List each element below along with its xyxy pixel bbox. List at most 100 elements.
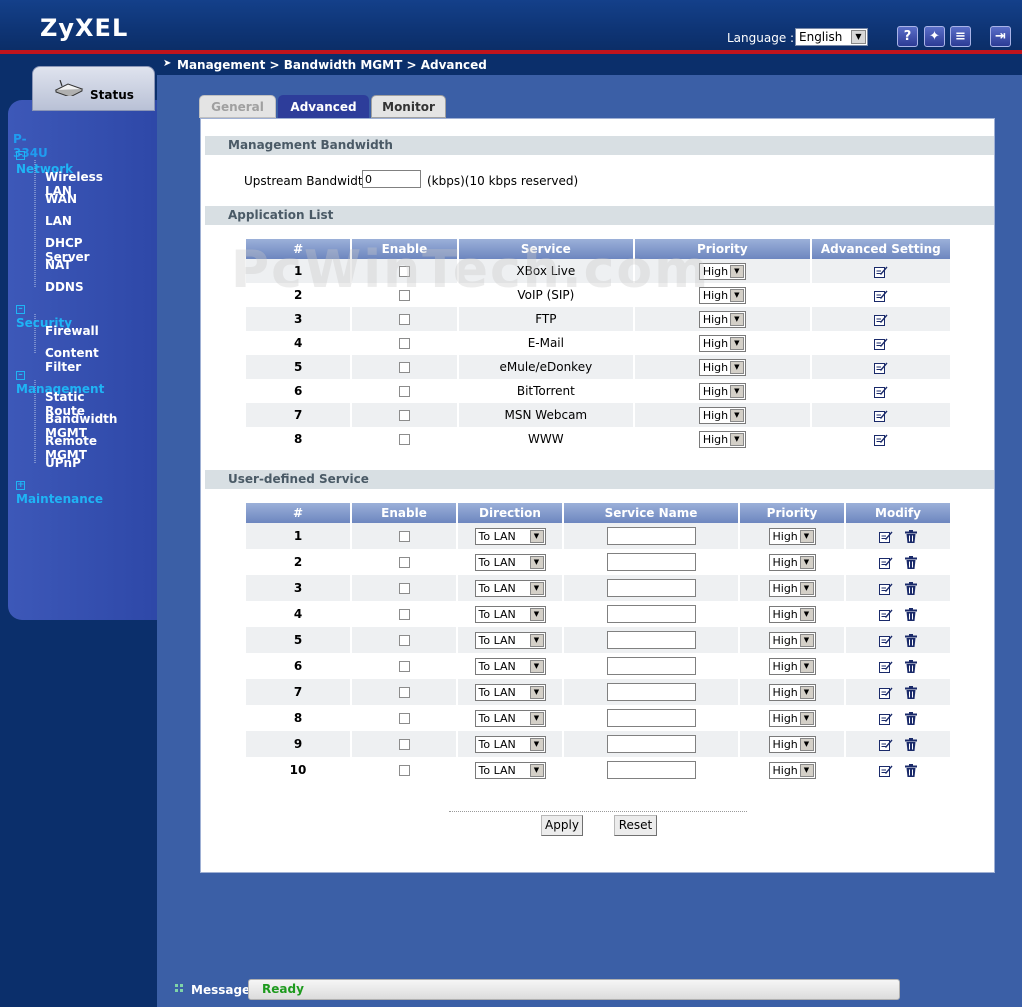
service-name-input[interactable]: [606, 735, 696, 753]
priority-select[interactable]: High ▼: [768, 683, 816, 701]
delete-icon[interactable]: [905, 764, 917, 777]
enable-checkbox[interactable]: [398, 609, 410, 620]
enable-checkbox[interactable]: [398, 687, 410, 698]
edit-icon[interactable]: [873, 385, 888, 398]
enable-checkbox[interactable]: [398, 434, 410, 445]
service-name-input[interactable]: [606, 761, 696, 779]
priority-select[interactable]: High ▼: [768, 709, 816, 727]
delete-icon[interactable]: [905, 738, 917, 751]
direction-select[interactable]: To LAN ▼: [474, 553, 546, 571]
direction-select[interactable]: To LAN ▼: [474, 735, 546, 753]
edit-icon[interactable]: [879, 530, 893, 543]
help-icon[interactable]: ?: [897, 26, 918, 47]
enable-checkbox[interactable]: [398, 635, 410, 646]
logout-icon[interactable]: ⇥: [990, 26, 1011, 47]
edit-icon[interactable]: [879, 634, 893, 647]
edit-icon[interactable]: [879, 582, 893, 595]
delete-icon[interactable]: [905, 608, 917, 621]
direction-select[interactable]: To LAN ▼: [474, 605, 546, 623]
nav-group-maintenance[interactable]: +Maintenance: [16, 478, 103, 506]
enable-checkbox[interactable]: [398, 314, 410, 325]
edit-icon[interactable]: [873, 313, 888, 326]
edit-icon[interactable]: [873, 361, 888, 374]
direction-select[interactable]: To LAN ▼: [474, 761, 546, 779]
edit-icon[interactable]: [879, 686, 893, 699]
priority-select[interactable]: High ▼: [768, 761, 816, 779]
edit-icon[interactable]: [873, 337, 888, 350]
service-name-input[interactable]: [606, 657, 696, 675]
direction-select[interactable]: To LAN ▼: [474, 657, 546, 675]
notes-icon[interactable]: ≡: [950, 26, 971, 47]
edit-icon[interactable]: [873, 289, 888, 302]
tab-general[interactable]: General: [199, 95, 276, 118]
row-number: 6: [246, 653, 350, 679]
priority-select[interactable]: High ▼: [768, 579, 816, 597]
tab-monitor[interactable]: Monitor: [371, 95, 446, 118]
priority-select[interactable]: High ▼: [698, 358, 746, 376]
nav-item-upnp[interactable]: UPnP: [45, 456, 81, 470]
service-name-cell: [564, 705, 738, 731]
delete-icon[interactable]: [905, 530, 917, 543]
enable-checkbox[interactable]: [398, 739, 410, 750]
direction-select[interactable]: To LAN ▼: [474, 709, 546, 727]
edit-icon[interactable]: [879, 712, 893, 725]
priority-select[interactable]: High ▼: [698, 430, 746, 448]
edit-icon[interactable]: [873, 265, 888, 278]
enable-checkbox[interactable]: [398, 386, 410, 397]
nav-item-wan[interactable]: WAN: [45, 192, 77, 206]
priority-select[interactable]: High ▼: [698, 406, 746, 424]
enable-checkbox[interactable]: [398, 410, 410, 421]
edit-icon[interactable]: [879, 608, 893, 621]
priority-select[interactable]: High ▼: [698, 310, 746, 328]
service-name-input[interactable]: [606, 683, 696, 701]
direction-select[interactable]: To LAN ▼: [474, 683, 546, 701]
priority-select[interactable]: High ▼: [698, 334, 746, 352]
enable-checkbox[interactable]: [398, 713, 410, 724]
enable-checkbox[interactable]: [398, 661, 410, 672]
nav-item-ddns[interactable]: DDNS: [45, 280, 84, 294]
service-name-input[interactable]: [606, 709, 696, 727]
edit-icon[interactable]: [879, 556, 893, 569]
reset-button[interactable]: Reset: [614, 815, 657, 836]
priority-select[interactable]: High ▼: [768, 605, 816, 623]
edit-icon[interactable]: [873, 409, 888, 422]
delete-icon[interactable]: [905, 712, 917, 725]
priority-select[interactable]: High ▼: [768, 631, 816, 649]
delete-icon[interactable]: [905, 634, 917, 647]
edit-icon[interactable]: [879, 764, 893, 777]
service-name-input[interactable]: [606, 579, 696, 597]
tab-advanced[interactable]: Advanced: [278, 95, 369, 118]
enable-checkbox[interactable]: [398, 765, 410, 776]
priority-select[interactable]: High ▼: [768, 553, 816, 571]
priority-select[interactable]: High ▼: [698, 382, 746, 400]
service-name-input[interactable]: [606, 631, 696, 649]
language-select[interactable]: English ▼: [795, 28, 868, 46]
direction-select[interactable]: To LAN ▼: [474, 631, 546, 649]
wizard-icon[interactable]: ✦: [924, 26, 945, 47]
priority-select[interactable]: High ▼: [768, 735, 816, 753]
edit-icon[interactable]: [873, 433, 888, 446]
enable-checkbox[interactable]: [398, 531, 410, 542]
nav-item-lan[interactable]: LAN: [45, 214, 72, 228]
delete-icon[interactable]: [905, 660, 917, 673]
direction-select[interactable]: To LAN ▼: [474, 527, 546, 545]
delete-icon[interactable]: [905, 686, 917, 699]
service-name-input[interactable]: [606, 605, 696, 623]
enable-checkbox[interactable]: [398, 557, 410, 568]
direction-select[interactable]: To LAN ▼: [474, 579, 546, 597]
enable-checkbox[interactable]: [398, 583, 410, 594]
delete-icon[interactable]: [905, 556, 917, 569]
enable-checkbox[interactable]: [398, 338, 410, 349]
delete-icon[interactable]: [905, 582, 917, 595]
edit-icon[interactable]: [879, 738, 893, 751]
apply-button[interactable]: Apply: [541, 815, 583, 836]
service-name-input[interactable]: [606, 527, 696, 545]
edit-icon[interactable]: [879, 660, 893, 673]
nav-item-firewall[interactable]: Firewall: [45, 324, 99, 338]
upstream-bandwidth-input[interactable]: [362, 170, 421, 188]
priority-select[interactable]: High ▼: [768, 527, 816, 545]
service-name-input[interactable]: [606, 553, 696, 571]
priority-select[interactable]: High ▼: [768, 657, 816, 675]
nav-item-nat[interactable]: NAT: [45, 258, 72, 272]
enable-checkbox[interactable]: [398, 362, 410, 373]
